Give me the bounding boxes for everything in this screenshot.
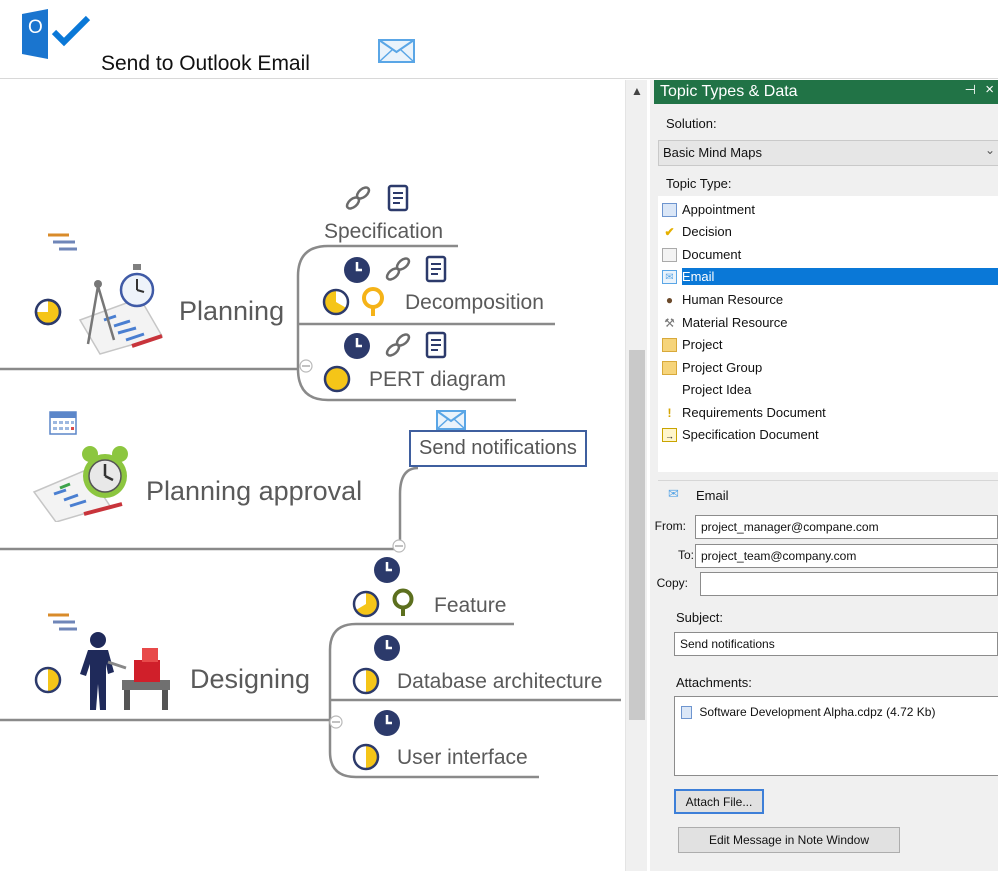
topic-specification[interactable]: Specification	[324, 220, 443, 244]
from-label: From:	[654, 519, 686, 533]
list-item[interactable]: ✔ Decision	[658, 221, 998, 242]
pie-progress-icon	[34, 666, 62, 694]
clock-icon	[344, 333, 370, 359]
scroll-up-icon[interactable]: ▲	[626, 80, 648, 102]
attach-file-button[interactable]: Attach File...	[674, 789, 764, 814]
clock-icon	[344, 257, 370, 283]
topic-pert-diagram[interactable]: PERT diagram	[369, 368, 506, 392]
copy-field[interactable]	[700, 572, 998, 596]
calendar-icon	[49, 411, 77, 435]
attachments-list[interactable]: Software Development Alpha.cdpz (4.72 Kb…	[674, 696, 998, 776]
pie-progress-icon	[352, 590, 380, 618]
panel-titlebar: Topic Types & Data ⊣ ×	[654, 80, 998, 104]
vertical-scrollbar[interactable]: ▲	[625, 80, 647, 871]
link-icon	[385, 333, 411, 357]
edit-message-button[interactable]: Edit Message in Note Window	[678, 827, 900, 853]
email-section-icon: ✉	[668, 486, 679, 501]
link-icon	[345, 186, 371, 210]
list-item[interactable]: → Specification Document	[658, 424, 998, 445]
pie-progress-icon	[323, 365, 351, 393]
mind-map-canvas[interactable]: Planning Specification Decomposition PER…	[0, 80, 625, 871]
lightbulb-icon	[362, 287, 384, 316]
topic-user-interface[interactable]: User interface	[397, 746, 528, 770]
list-item[interactable]: Project	[658, 334, 998, 355]
email-section: ✉ Email From: project_manager@compane.co…	[655, 480, 998, 871]
list-item-selected[interactable]: ✉ Email	[658, 266, 998, 287]
header-title: Send to Outlook Email	[101, 52, 310, 75]
topic-planning[interactable]: Planning	[179, 296, 284, 327]
document-icon	[425, 331, 447, 359]
list-item[interactable]: Document	[658, 244, 998, 265]
filter-icon	[48, 613, 77, 631]
list-item[interactable]: ● Human Resource	[658, 289, 998, 310]
folder-group-icon	[662, 360, 677, 375]
pie-progress-icon	[34, 298, 62, 326]
document-icon	[662, 247, 677, 262]
requirements-icon: !	[667, 405, 672, 420]
topic-designing[interactable]: Designing	[190, 664, 310, 695]
lightbulb-icon	[392, 588, 414, 616]
stopwatch-icon	[119, 264, 155, 308]
attachment-file[interactable]: Software Development Alpha.cdpz (4.72 Kb…	[699, 705, 935, 719]
topic-database-architecture[interactable]: Database architecture	[397, 670, 602, 694]
pie-progress-icon	[352, 667, 380, 695]
panel-title: Topic Types & Data	[660, 83, 798, 100]
email-icon: ✉	[662, 269, 677, 284]
pie-progress-icon	[322, 288, 350, 316]
topic-planning-approval[interactable]: Planning approval	[146, 476, 362, 507]
copy-label: Copy:	[656, 576, 688, 590]
close-icon[interactable]: ×	[985, 81, 994, 98]
to-field[interactable]: project_team@company.com	[695, 544, 998, 568]
header-divider	[0, 78, 998, 79]
topic-type-label: Topic Type:	[666, 176, 732, 191]
list-item[interactable]: Project Idea	[658, 379, 998, 400]
pie-progress-icon	[352, 743, 380, 771]
list-item[interactable]: Appointment	[658, 199, 998, 220]
solution-select[interactable]: Basic Mind Maps ⌄	[658, 140, 998, 166]
header: O Send to Outlook Email	[0, 0, 998, 80]
pin-icon[interactable]: ⊣	[965, 82, 976, 98]
topic-type-list[interactable]: Appointment ✔ Decision Document ✉ Email …	[658, 196, 998, 472]
link-icon	[385, 257, 411, 281]
blank-icon	[662, 383, 677, 397]
topic-types-panel: Topic Types & Data ⊣ × Solution: Basic M…	[650, 80, 998, 871]
topic-feature[interactable]: Feature	[434, 594, 506, 618]
document-icon	[387, 184, 409, 212]
clock-icon	[374, 635, 400, 661]
clock-icon	[374, 710, 400, 736]
email-section-title: Email	[696, 488, 729, 503]
document-icon	[425, 255, 447, 283]
clock-icon	[374, 557, 400, 583]
attachments-label: Attachments:	[676, 675, 752, 690]
topic-send-notifications[interactable]: Send notifications	[409, 430, 587, 467]
file-icon	[681, 706, 692, 720]
topic-decomposition[interactable]: Decomposition	[405, 291, 544, 315]
filter-icon	[48, 233, 77, 251]
from-field[interactable]: project_manager@compane.com	[695, 515, 998, 539]
specification-icon: →	[662, 427, 677, 442]
tools-icon: ⚒	[664, 315, 675, 330]
list-item[interactable]: ⚒ Material Resource	[658, 312, 998, 333]
subject-field[interactable]: Send notifications	[674, 632, 998, 656]
mail-icon	[378, 39, 415, 63]
scroll-thumb[interactable]	[629, 350, 645, 720]
list-item[interactable]: Project Group	[658, 357, 998, 378]
alarm-clock-icon	[82, 446, 128, 498]
person-icon: ●	[665, 292, 674, 307]
folder-icon	[662, 337, 677, 352]
solution-label: Solution:	[666, 116, 717, 131]
outlook-logo-letter: O	[28, 17, 43, 38]
chevron-down-icon: ⌄	[984, 143, 995, 157]
to-label: To:	[677, 548, 694, 562]
mail-icon	[436, 410, 466, 430]
subject-label: Subject:	[676, 610, 723, 625]
solution-value: Basic Mind Maps	[663, 145, 762, 160]
worker-illustration	[80, 632, 170, 710]
appointment-icon	[662, 202, 677, 217]
list-item[interactable]: ! Requirements Document	[658, 402, 998, 423]
checkmark-icon: ✔	[664, 224, 675, 239]
